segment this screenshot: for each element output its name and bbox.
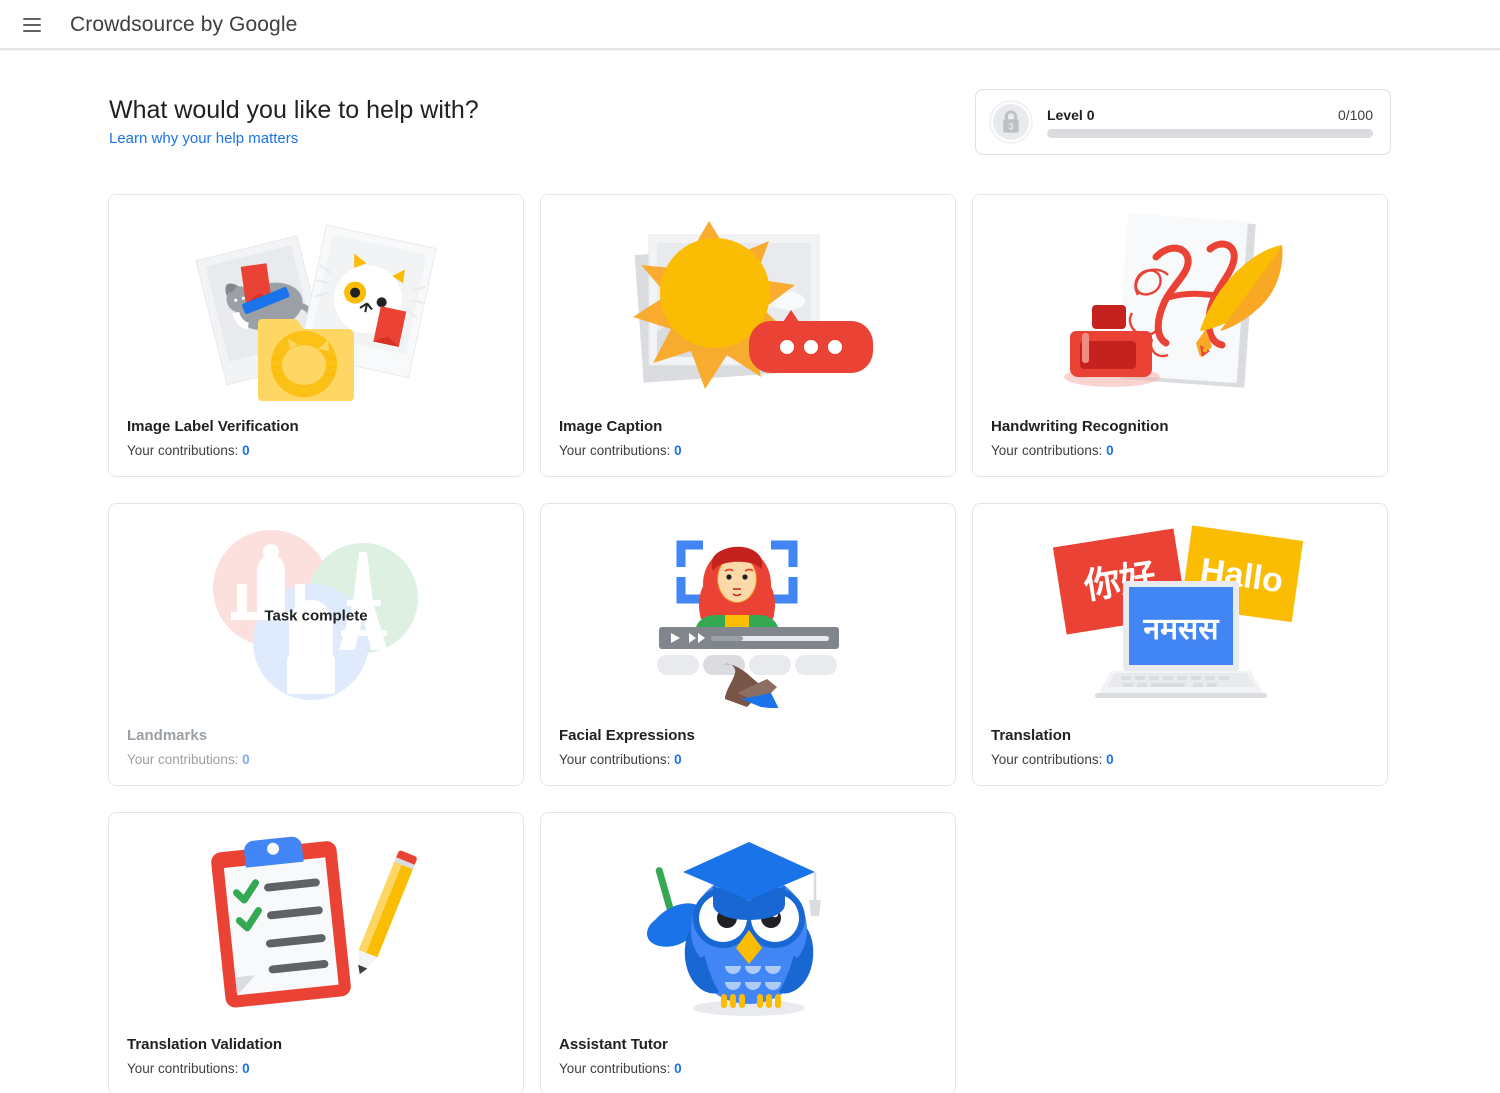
contributions-label: Your contributions: [127, 1061, 243, 1076]
card-footer: Landmarks Your contributions: 0 [109, 727, 523, 785]
card-title: Facial Expressions [559, 727, 695, 744]
task-card-grid: Image Label Verification Your contributi… [108, 194, 1392, 1093]
hamburger-menu-icon[interactable] [12, 5, 52, 45]
headings: What would you like to help with? Learn … [109, 89, 479, 148]
card-footer: Assistant Tutor Your contributions: 0 [541, 1036, 955, 1093]
contributions-count: 0 [674, 443, 682, 458]
level-top-row: Level 0 0/100 [1047, 107, 1373, 123]
card-title: Translation Validation [127, 1036, 283, 1053]
contributions-count: 0 [674, 752, 682, 767]
card-contributions: Your contributions: 0 [559, 1061, 937, 1076]
contributions-label: Your contributions: [127, 443, 243, 458]
content-container: What would you like to help with? Learn … [108, 49, 1392, 1093]
contributions-count: 0 [1106, 752, 1114, 767]
contributions-count: 0 [242, 1061, 250, 1076]
inkwell-quill-calligraphy-illustration [973, 195, 1387, 418]
page-body: What would you like to help with? Learn … [0, 49, 1500, 1093]
contributions-label: Your contributions: [127, 752, 243, 767]
card-footer: Image Caption Your contributions: 0 [541, 418, 955, 476]
card-contributions: Your contributions: 0 [127, 752, 505, 767]
level-details: Level 0 0/100 [1047, 107, 1373, 138]
task-card-facial-expressions[interactable]: Facial Expressions Your contributions: 0 [540, 503, 956, 786]
card-footer: Facial Expressions Your contributions: 0 [541, 727, 955, 785]
folder [258, 318, 354, 401]
lock-icon: 3 [1003, 110, 1019, 133]
contributions-label: Your contributions: [559, 752, 675, 767]
menu-bar-1 [23, 17, 41, 20]
level-progress-card[interactable]: 3 Level 0 0/100 [975, 89, 1391, 155]
contributions-count: 0 [242, 752, 250, 767]
expression-option-buttons [656, 655, 837, 675]
level-name: Level 0 [1047, 106, 1095, 123]
contributions-label: Your contributions: [991, 752, 1107, 767]
contributions-count: 0 [242, 443, 250, 458]
card-contributions: Your contributions: 0 [991, 752, 1369, 767]
task-card-translation-validation[interactable]: Translation Validation Your contribution… [108, 812, 524, 1093]
learn-why-link[interactable]: Learn why your help matters [109, 130, 298, 147]
card-contributions: Your contributions: 0 [559, 443, 937, 458]
menu-bar-2 [23, 23, 41, 26]
clipboard [210, 836, 351, 1008]
card-footer: Image Label Verification Your contributi… [109, 418, 523, 476]
task-card-landmarks: Task complete Landmarks Your contributio… [108, 503, 524, 786]
card-footer: Translation Your contributions: 0 [973, 727, 1387, 785]
task-card-image-label-verification[interactable]: Image Label Verification Your contributi… [108, 194, 524, 477]
task-complete-label: Task complete [264, 607, 368, 624]
task-card-assistant-tutor[interactable]: Assistant Tutor Your contributions: 0 [540, 812, 956, 1093]
contributions-label: Your contributions: [559, 443, 675, 458]
contributions-label: Your contributions: [991, 443, 1107, 458]
card-title: Assistant Tutor [559, 1036, 668, 1053]
face-detection-video-illustration [541, 504, 955, 727]
level-badge: 3 [989, 100, 1033, 144]
card-footer: Translation Validation Your contribution… [109, 1036, 523, 1093]
card-title: Handwriting Recognition [991, 418, 1169, 435]
graduate-owl-illustration [541, 813, 955, 1036]
card-title: Image Label Verification [127, 418, 299, 435]
sun-photo-speech-bubble-illustration [541, 195, 955, 418]
level-progress-bar [1047, 128, 1373, 138]
video-player-bar [658, 627, 839, 649]
card-title: Landmarks [127, 727, 208, 744]
clipboard-checklist-pencil-illustration [109, 813, 523, 1036]
menu-bar-3 [23, 29, 41, 32]
card-contributions: Your contributions: 0 [127, 1061, 505, 1076]
laptop-screen-text: नमसस [1142, 613, 1220, 646]
page-title: What would you like to help with? [109, 96, 479, 124]
card-contributions: Your contributions: 0 [559, 752, 937, 767]
task-card-translation[interactable]: 你好 Hallo नमसस Translation Your contribut… [972, 503, 1388, 786]
cat-photos-folder-illustration [109, 195, 523, 418]
level-badge-number: 3 [1008, 121, 1013, 132]
pencil [357, 850, 417, 975]
card-title: Translation [991, 727, 1072, 744]
card-footer: Handwriting Recognition Your contributio… [973, 418, 1387, 476]
landmark-circles-illustration: Task complete [109, 504, 523, 727]
app-bar: Crowdsource by Google [0, 0, 1500, 51]
contributions-count: 0 [674, 1061, 682, 1076]
task-card-handwriting-recognition[interactable]: Handwriting Recognition Your contributio… [972, 194, 1388, 477]
card-contributions: Your contributions: 0 [127, 443, 505, 458]
level-progress-text: 0/100 [1337, 106, 1373, 123]
card-contributions: Your contributions: 0 [991, 443, 1369, 458]
card-title: Image Caption [559, 418, 663, 435]
contributions-label: Your contributions: [559, 1061, 675, 1076]
header-row: What would you like to help with? Learn … [108, 89, 1392, 155]
app-title: Crowdsource by Google [70, 12, 298, 36]
task-card-image-caption[interactable]: Image Caption Your contributions: 0 [540, 194, 956, 477]
laptop-language-cards-illustration: 你好 Hallo नमसस [973, 504, 1387, 727]
contributions-count: 0 [1106, 443, 1114, 458]
